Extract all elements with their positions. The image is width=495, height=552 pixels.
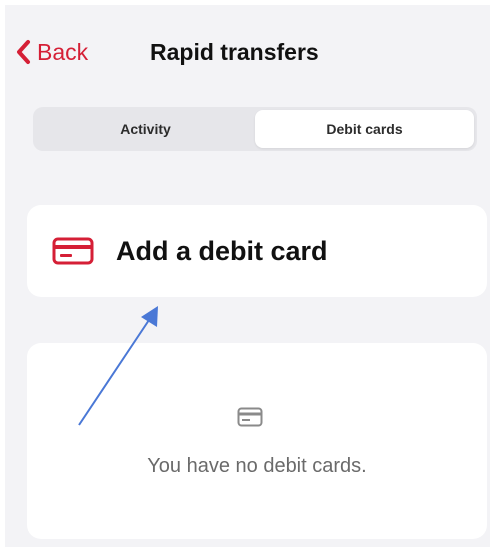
tab-activity[interactable]: Activity	[36, 110, 255, 148]
chevron-left-icon	[15, 39, 31, 65]
back-button[interactable]: Back	[15, 37, 88, 67]
back-label: Back	[37, 39, 89, 65]
add-debit-card-button[interactable]: Add a debit card	[27, 205, 487, 297]
credit-card-icon	[52, 237, 94, 265]
page-title: Rapid transfers	[150, 39, 319, 65]
tab-debit-cards[interactable]: Debit cards	[255, 110, 474, 148]
segmented-control: Activity Debit cards	[33, 107, 477, 151]
screen: Back Rapid transfers Activity Debit card…	[5, 5, 490, 547]
empty-state-message: You have no debit cards.	[147, 455, 367, 477]
add-debit-card-label: Add a debit card	[116, 235, 328, 266]
credit-card-icon	[237, 407, 263, 427]
empty-state-card: You have no debit cards.	[27, 343, 487, 539]
navigation-bar: Back Rapid transfers	[5, 27, 490, 77]
